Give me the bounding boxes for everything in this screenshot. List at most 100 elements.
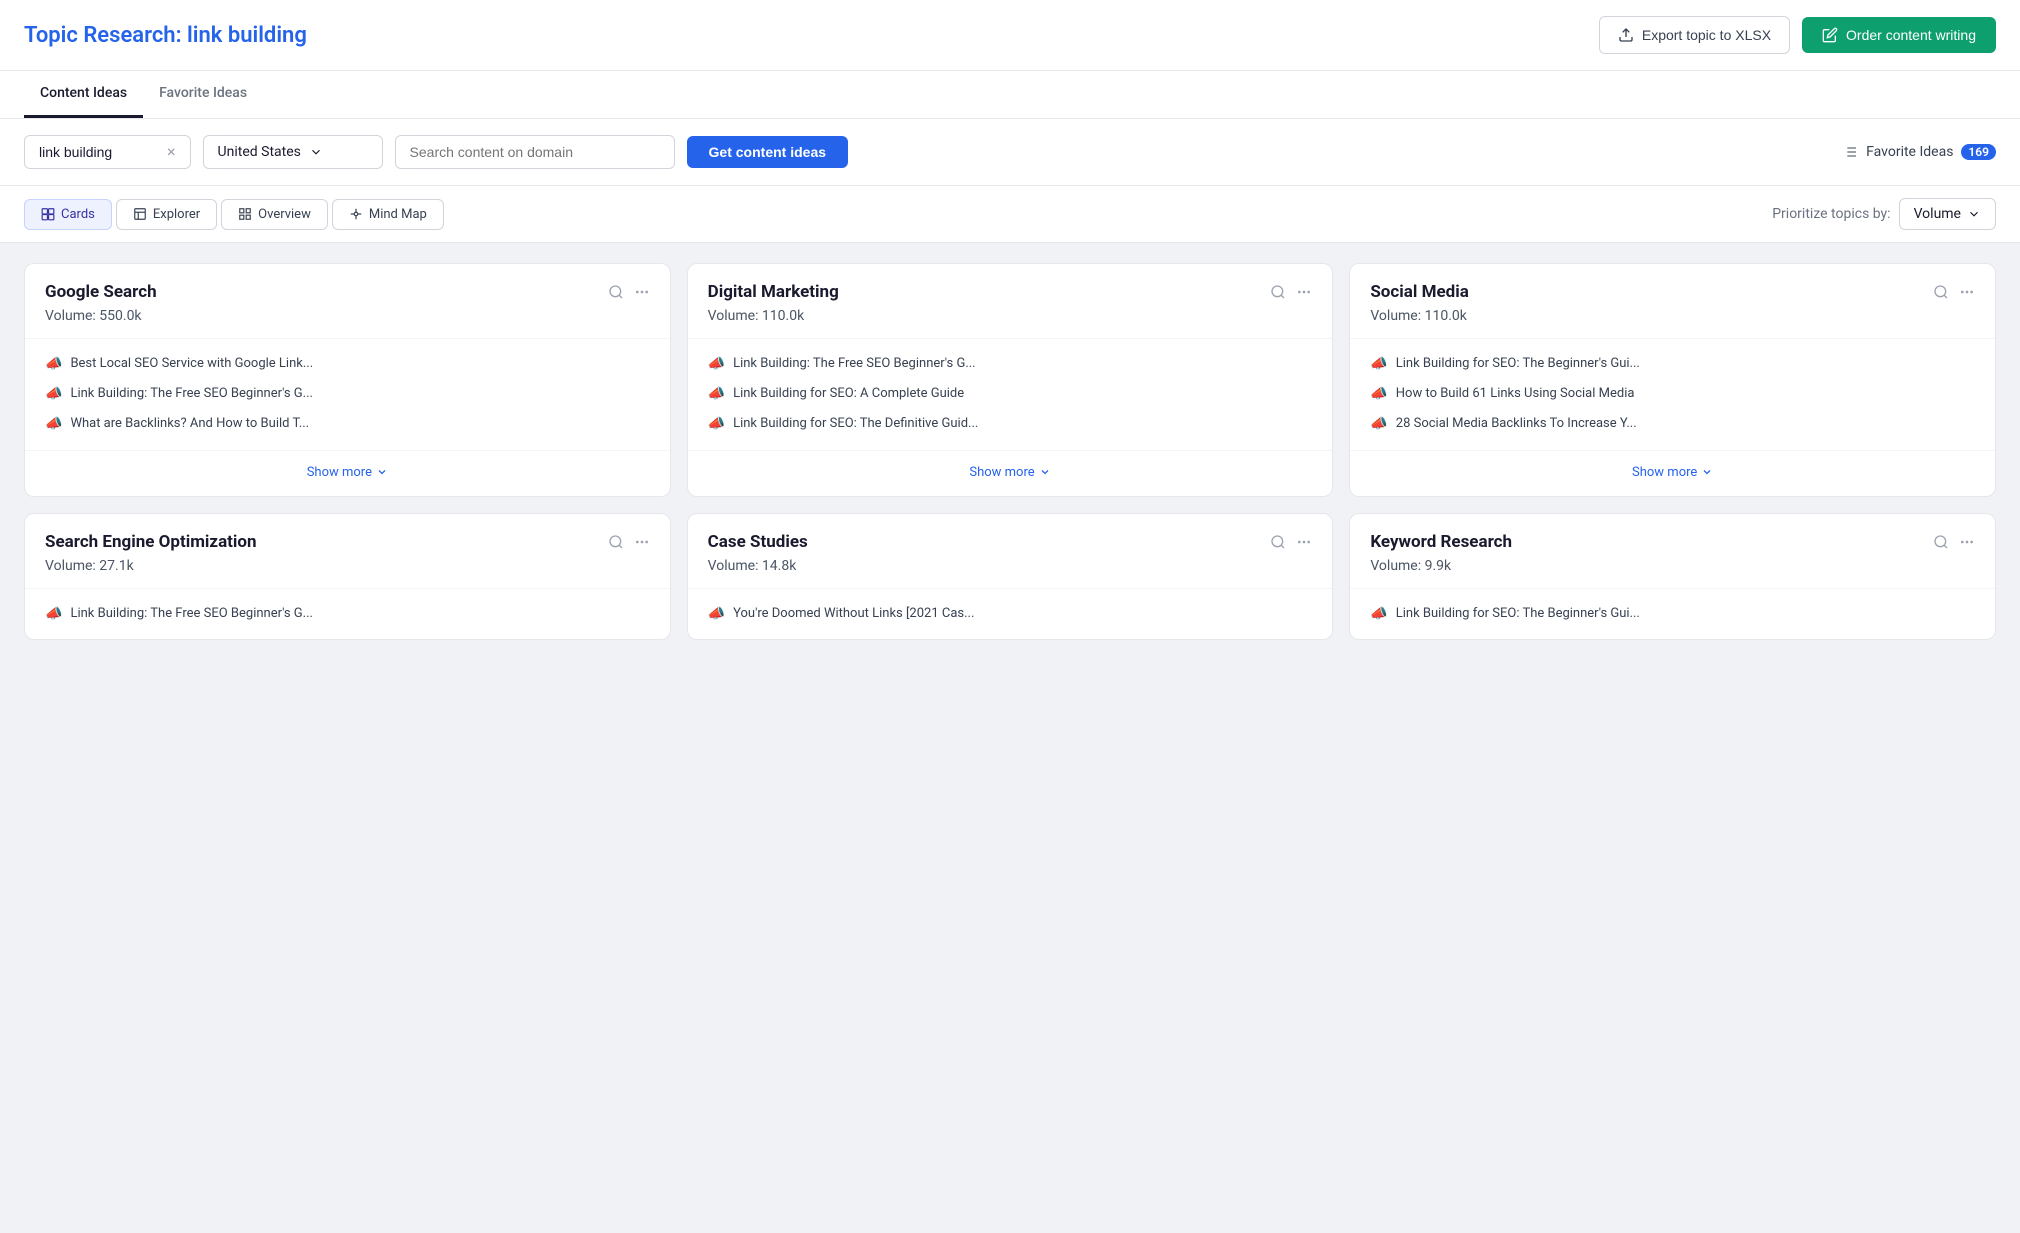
ellipsis-icon	[1296, 534, 1312, 550]
top-bar: Topic Research: link building Export top…	[0, 0, 2020, 71]
more-options-button[interactable]	[1959, 534, 1975, 550]
search-icon	[608, 284, 624, 300]
search-card-button[interactable]	[608, 284, 624, 300]
card-item-text: Link Building for SEO: A Complete Guide	[733, 385, 964, 403]
card-title: Google Search	[45, 282, 157, 302]
card-item-text: You're Doomed Without Links [2021 Cas...	[733, 605, 974, 623]
list-icon	[1842, 144, 1858, 160]
search-card-button[interactable]	[1933, 284, 1949, 300]
card-item: 📣 28 Social Media Backlinks To Increase …	[1370, 415, 1975, 433]
export-label: Export topic to XLSX	[1642, 27, 1771, 43]
card-item-text: How to Build 61 Links Using Social Media	[1396, 385, 1635, 403]
show-more-button[interactable]: Show more	[688, 450, 1333, 496]
favorite-ideas-button[interactable]: Favorite Ideas 169	[1842, 144, 1996, 160]
search-card-button[interactable]	[608, 534, 624, 550]
search-icon	[608, 534, 624, 550]
overview-icon	[238, 207, 252, 221]
megaphone-icon: 📣	[45, 356, 62, 372]
search-card-button[interactable]	[1933, 534, 1949, 550]
megaphone-icon: 📣	[1370, 416, 1387, 432]
mind-map-label: Mind Map	[369, 207, 427, 222]
card-item: 📣 What are Backlinks? And How to Build T…	[45, 415, 650, 433]
export-button[interactable]: Export topic to XLSX	[1599, 16, 1790, 54]
mind-map-icon	[349, 207, 363, 221]
card-title-row: Digital Marketing	[708, 282, 1313, 302]
tab-content-ideas[interactable]: Content Ideas	[24, 71, 143, 118]
card-item-text: Link Building for SEO: The Beginner's Gu…	[1396, 355, 1640, 373]
clear-keyword-button[interactable]: ×	[167, 144, 176, 160]
page-title-prefix: Topic Research:	[24, 23, 187, 48]
card-item: 📣 How to Build 61 Links Using Social Med…	[1370, 385, 1975, 403]
ellipsis-icon	[634, 284, 650, 300]
card-body: 📣 Link Building: The Free SEO Beginner's…	[688, 339, 1333, 450]
card-title: Keyword Research	[1370, 532, 1512, 552]
card-header: Digital Marketing Volume: 110.0k	[688, 264, 1333, 339]
card-item: 📣 Best Local SEO Service with Google Lin…	[45, 355, 650, 373]
card-title-row: Keyword Research	[1370, 532, 1975, 552]
order-label: Order content writing	[1846, 27, 1976, 43]
card-item: 📣 Link Building: The Free SEO Beginner's…	[45, 605, 650, 623]
card-item: 📣 Link Building: The Free SEO Beginner's…	[708, 355, 1313, 373]
ellipsis-icon	[1959, 534, 1975, 550]
country-value: United States	[218, 144, 301, 160]
tab-favorite-ideas[interactable]: Favorite Ideas	[143, 71, 263, 118]
favorite-ideas-label: Favorite Ideas	[1866, 144, 1953, 160]
search-icon	[1933, 284, 1949, 300]
show-more-button[interactable]: Show more	[25, 450, 670, 496]
card-title-row: Case Studies	[708, 532, 1313, 552]
top-actions: Export topic to XLSX Order content writi…	[1599, 16, 1996, 54]
more-options-button[interactable]	[634, 534, 650, 550]
view-tab-explorer[interactable]: Explorer	[116, 199, 217, 230]
card-actions	[1933, 534, 1975, 550]
megaphone-icon: 📣	[1370, 386, 1387, 402]
megaphone-icon: 📣	[1370, 606, 1387, 622]
more-options-button[interactable]	[1959, 284, 1975, 300]
explorer-icon	[133, 207, 147, 221]
search-card-button[interactable]	[1270, 284, 1286, 300]
megaphone-icon: 📣	[45, 606, 62, 622]
card-item-text: 28 Social Media Backlinks To Increase Y.…	[1396, 415, 1637, 433]
domain-search-input[interactable]	[395, 135, 675, 169]
card-header: Keyword Research Volume: 9.9k	[1350, 514, 1995, 589]
megaphone-icon: 📣	[45, 386, 62, 402]
card-item: 📣 Link Building for SEO: A Complete Guid…	[708, 385, 1313, 403]
search-icon	[1270, 284, 1286, 300]
view-bar: Cards Explorer Overview Mind Map Priorit…	[0, 186, 2020, 243]
card-case-studies: Case Studies Volume: 14.8k 📣 You're Doom…	[687, 513, 1334, 640]
card-item-text: Best Local SEO Service with Google Link.…	[70, 355, 313, 373]
more-options-button[interactable]	[634, 284, 650, 300]
prioritize-label: Prioritize topics by:	[1772, 206, 1890, 222]
card-body: 📣 Link Building for SEO: The Beginner's …	[1350, 589, 1995, 639]
card-item-text: Link Building: The Free SEO Beginner's G…	[70, 605, 313, 623]
card-title: Social Media	[1370, 282, 1468, 302]
view-tab-cards[interactable]: Cards	[24, 199, 112, 230]
export-icon	[1618, 27, 1634, 43]
page-title: Topic Research: link building	[24, 23, 307, 48]
megaphone-icon: 📣	[45, 416, 62, 432]
megaphone-icon: 📣	[708, 416, 725, 432]
show-more-button[interactable]: Show more	[1350, 450, 1995, 496]
view-tab-overview[interactable]: Overview	[221, 199, 328, 230]
order-button[interactable]: Order content writing	[1802, 17, 1996, 53]
get-ideas-button[interactable]: Get content ideas	[687, 136, 848, 168]
megaphone-icon: 📣	[708, 386, 725, 402]
more-options-button[interactable]	[1296, 284, 1312, 300]
order-icon	[1822, 27, 1838, 43]
card-title: Case Studies	[708, 532, 808, 552]
card-google-search: Google Search Volume: 550.0k 📣 Best Loca…	[24, 263, 671, 497]
card-item-text: Link Building for SEO: The Definitive Gu…	[733, 415, 978, 433]
chevron-down-icon	[309, 145, 323, 159]
card-keyword-research: Keyword Research Volume: 9.9k 📣 Link Bui…	[1349, 513, 1996, 640]
chevron-down-icon	[1701, 466, 1713, 478]
keyword-input[interactable]	[39, 144, 159, 160]
megaphone-icon: 📣	[708, 606, 725, 622]
card-volume: Volume: 9.9k	[1370, 558, 1975, 574]
ellipsis-icon	[634, 534, 650, 550]
priority-dropdown[interactable]: Volume	[1899, 198, 1996, 230]
view-tab-mind-map[interactable]: Mind Map	[332, 199, 444, 230]
card-title-row: Social Media	[1370, 282, 1975, 302]
country-dropdown[interactable]: United States	[203, 135, 383, 169]
search-card-button[interactable]	[1270, 534, 1286, 550]
card-actions	[1270, 284, 1312, 300]
more-options-button[interactable]	[1296, 534, 1312, 550]
